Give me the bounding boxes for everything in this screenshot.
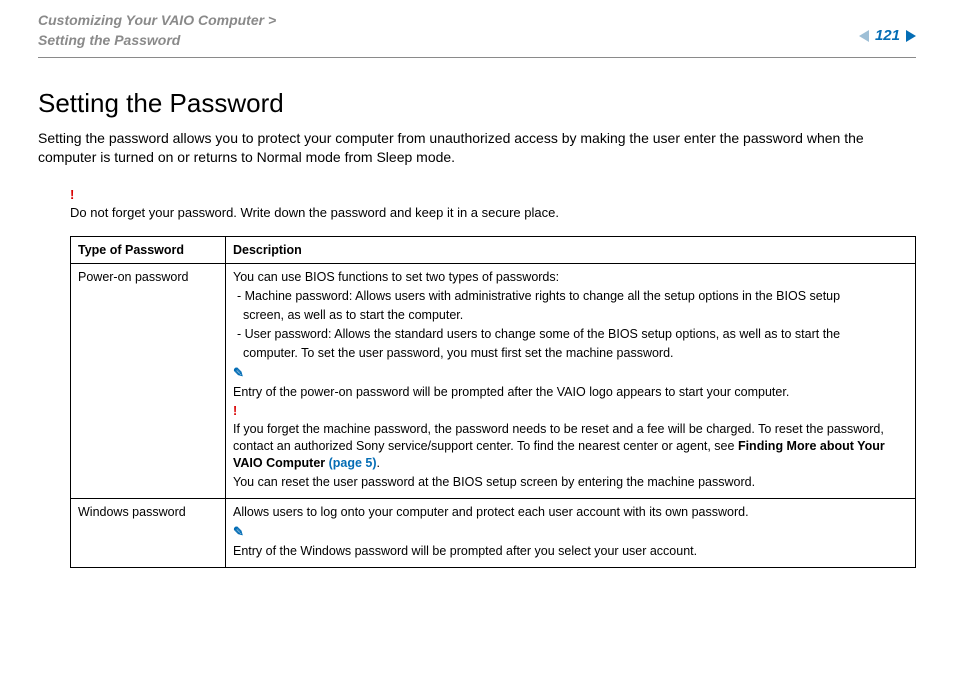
prev-page-icon[interactable] [859, 30, 869, 42]
desc-line: - Machine password: Allows users with ad… [233, 288, 908, 305]
cell-desc: Allows users to log onto your computer a… [226, 498, 916, 567]
page-title: Setting the Password [38, 86, 916, 121]
note-icon: ✎ [233, 524, 244, 539]
cell-type: Power-on password [71, 264, 226, 499]
next-page-icon[interactable] [906, 30, 916, 42]
desc-line: Allows users to log onto your computer a… [233, 504, 908, 521]
desc-line: - User password: Allows the standard use… [233, 326, 908, 343]
intro-text: Setting the password allows you to prote… [38, 129, 916, 167]
bang-icon: ! [233, 404, 237, 418]
th-type: Type of Password [71, 236, 226, 264]
warn-text: You can reset the user password at the B… [233, 474, 908, 491]
bang-icon: ! [70, 186, 916, 204]
desc-line: computer. To set the user password, you … [233, 345, 908, 362]
th-desc: Description [226, 236, 916, 264]
warn-dot: . [377, 456, 380, 470]
breadcrumb-page: Setting the Password [38, 32, 180, 48]
breadcrumb: Customizing Your VAIO Computer > Setting… [38, 10, 276, 51]
breadcrumb-section: Customizing Your VAIO Computer [38, 12, 264, 28]
cell-desc: You can use BIOS functions to set two ty… [226, 264, 916, 499]
top-warning: ! Do not forget your password. Write dow… [70, 186, 916, 221]
desc-line: You can use BIOS functions to set two ty… [233, 269, 908, 286]
page-link[interactable]: (page 5) [329, 456, 377, 470]
table-row: Windows password Allows users to log ont… [71, 498, 916, 567]
top-warning-text: Do not forget your password. Write down … [70, 204, 916, 222]
note-text: Entry of the power-on password will be p… [233, 384, 908, 401]
page-nav: 121 [859, 10, 916, 46]
page-header: Customizing Your VAIO Computer > Setting… [38, 10, 916, 58]
password-table: Type of Password Description Power-on pa… [70, 236, 916, 568]
desc-line: screen, as well as to start the computer… [233, 307, 908, 324]
page-number: 121 [875, 26, 900, 46]
cell-type: Windows password [71, 498, 226, 567]
table-row: Power-on password You can use BIOS funct… [71, 264, 916, 499]
note-text: Entry of the Windows password will be pr… [233, 543, 908, 560]
note-icon: ✎ [233, 365, 244, 380]
warn-text: If you forget the machine password, the … [233, 421, 908, 472]
breadcrumb-sep: > [268, 12, 276, 28]
